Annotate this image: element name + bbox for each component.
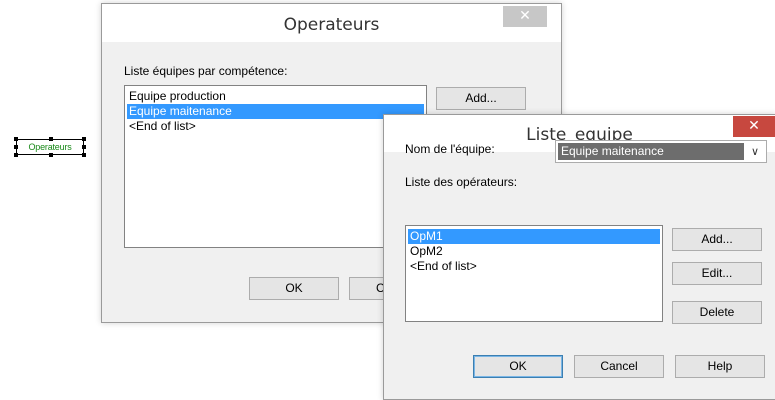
list-item[interactable]: OpM1 (408, 229, 660, 244)
selection-handle[interactable] (82, 137, 86, 141)
edit-operator-button[interactable]: Edit... (672, 262, 762, 285)
delete-operator-button[interactable]: Delete (672, 301, 762, 324)
close-icon[interactable]: ✕ (503, 6, 547, 27)
selection-handle[interactable] (14, 153, 18, 157)
ok-button[interactable]: OK (249, 277, 339, 300)
operators-listbox[interactable]: OpM1 OpM2 <End of list> (405, 225, 663, 322)
selection-handle[interactable] (14, 145, 18, 149)
selection-handle[interactable] (82, 153, 86, 157)
team-list-label: Liste équipes par compétence: (124, 64, 288, 78)
close-icon[interactable]: ✕ (733, 116, 775, 137)
canvas-object-label: Operateurs (28, 142, 72, 152)
selection-handle[interactable] (82, 145, 86, 149)
list-item[interactable]: <End of list> (127, 119, 424, 134)
team-listbox[interactable]: Equipe production Equipe maitenance <End… (124, 85, 427, 248)
add-operator-button[interactable]: Add... (672, 228, 762, 251)
list-item[interactable]: <End of list> (408, 259, 660, 274)
team-name-label: Nom de l'équipe: (405, 142, 495, 156)
chevron-down-icon[interactable]: ∨ (747, 144, 763, 160)
selection-handle[interactable] (49, 137, 53, 141)
selection-handle[interactable] (49, 153, 53, 157)
canvas-object-operateurs[interactable]: Operateurs (14, 137, 86, 157)
help-button[interactable]: Help (675, 355, 765, 378)
add-team-button[interactable]: Add... (436, 87, 526, 110)
operateurs-title: Operateurs (283, 15, 380, 35)
list-item[interactable]: Equipe production (127, 89, 424, 104)
cancel-button[interactable]: Cancel (574, 355, 664, 378)
operators-list-label: Liste des opérateurs: (405, 175, 518, 189)
selection-handle[interactable] (14, 137, 18, 141)
operateurs-titlebar: Operateurs ✕ (102, 4, 561, 42)
liste-equipe-dialog: Liste_equipe ✕ Nom de l'équipe: Equipe m… (383, 114, 775, 400)
team-name-value: Equipe maitenance (558, 143, 744, 160)
list-item[interactable]: OpM2 (408, 244, 660, 259)
team-name-combobox[interactable]: Equipe maitenance ∨ (555, 140, 767, 163)
ok-button[interactable]: OK (473, 355, 563, 378)
list-item[interactable]: Equipe maitenance (127, 104, 424, 119)
